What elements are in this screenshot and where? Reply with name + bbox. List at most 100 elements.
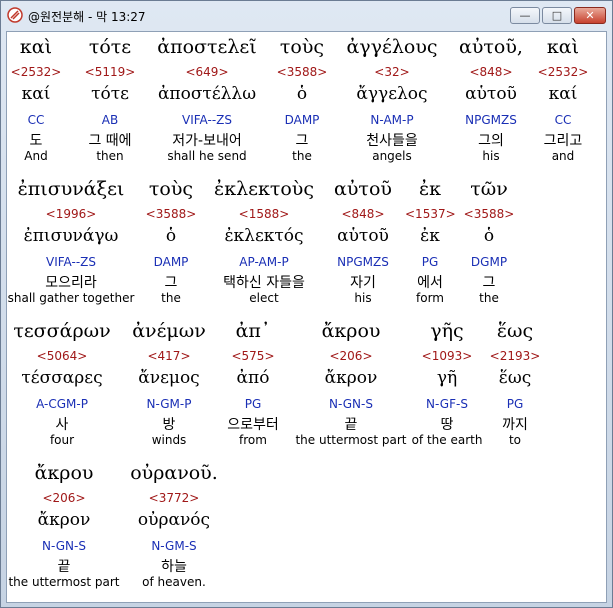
lexical-form: ἀπό — [236, 368, 270, 388]
strong-number: <417> — [147, 349, 191, 363]
parsing-code: PG — [506, 397, 524, 411]
word-cell[interactable]: τεσσάρων <5064> τέσσαρες A-CGM-P 사 four — [9, 320, 115, 454]
english-gloss: his — [482, 149, 500, 163]
greek-word: ἄκρου — [34, 462, 94, 484]
english-gloss: the uttermost part — [8, 575, 120, 589]
greek-word: ἀπ᾽ — [235, 320, 271, 342]
strong-number: <3588> — [463, 207, 515, 221]
parsing-code: DGMP — [470, 255, 508, 269]
lexical-form: καί — [21, 84, 51, 104]
parsing-code: PG — [244, 397, 262, 411]
english-gloss: shall gather together — [7, 291, 135, 305]
strong-number: <5119> — [84, 65, 136, 79]
english-gloss: elect — [249, 291, 279, 305]
maximize-button[interactable]: □ — [542, 7, 572, 24]
korean-gloss: 방 — [162, 417, 176, 433]
title-bar[interactable]: @원전분해 - 막 13:27 — □ ✕ — [1, 1, 612, 31]
strong-number: <2532> — [10, 65, 62, 79]
word-cell[interactable]: ἕως <2193> ἕως PG 까지 to — [489, 320, 541, 454]
greek-word: οὐρανοῦ. — [130, 462, 218, 484]
parsing-code: A-CGM-P — [36, 397, 88, 411]
korean-gloss: 끝 — [57, 559, 71, 575]
word-cell[interactable]: τοὺς <3588> ὁ DAMP 그 the — [141, 178, 201, 312]
lexical-form: ἐπισυνάγω — [23, 226, 119, 246]
strong-number: <206> — [42, 491, 86, 505]
korean-gloss: 까지 — [502, 417, 528, 433]
korean-gloss: 끝 — [344, 417, 358, 433]
word-cell[interactable]: τότε <5119> τότε AB 그 때에 then — [81, 36, 139, 170]
greek-word: καὶ — [19, 36, 53, 58]
word-cell[interactable]: ἀπ᾽ <575> ἀπό PG 으로부터 from — [219, 320, 287, 454]
lexical-form: ἐκ — [420, 226, 440, 246]
korean-gloss: 하늘 — [161, 559, 187, 575]
lexical-form: καί — [548, 84, 578, 104]
parsing-code: VIFA--ZS — [182, 113, 232, 127]
word-cell[interactable]: τῶν <3588> ὁ DGMP 그 the — [461, 178, 517, 312]
english-gloss: And — [24, 149, 48, 163]
lexical-form: τέσσαρες — [21, 368, 103, 388]
minimize-button[interactable]: — — [510, 7, 540, 24]
greek-word: τεσσάρων — [13, 320, 111, 342]
parsing-code: PG — [421, 255, 439, 269]
strong-number: <206> — [329, 349, 373, 363]
parsing-code: DAMP — [284, 113, 320, 127]
lexical-form: τότε — [91, 84, 129, 104]
english-gloss: of heaven. — [142, 575, 206, 589]
minimize-icon: — — [519, 9, 531, 22]
korean-gloss: 모으리라 — [45, 275, 97, 291]
greek-word: ἀποστελεῖ — [157, 36, 257, 58]
parsing-code: N-GN-S — [42, 539, 86, 553]
lexical-form: ἄνεμος — [138, 368, 200, 388]
lexical-form: ἐκλεκτός — [224, 226, 304, 246]
word-cell[interactable]: ἀποστελεῖ <649> ἀποστέλλω VIFA--ZS 저가-보내… — [146, 36, 268, 170]
greek-word: ἕως — [496, 320, 534, 342]
close-button[interactable]: ✕ — [574, 7, 606, 24]
greek-word: ἐκ — [418, 178, 442, 200]
korean-gloss: 에서 — [417, 275, 443, 291]
parsing-code: N-AM-P — [370, 113, 414, 127]
word-cell[interactable]: ἄκρου <206> ἄκρον N-GN-S 끝 the uttermost… — [7, 462, 121, 596]
word-cell[interactable]: ἄκρου <206> ἄκρον N-GN-S 끝 the uttermost… — [293, 320, 409, 454]
english-gloss: the — [292, 149, 312, 163]
korean-gloss: 천사들을 — [366, 133, 418, 149]
parsing-code: AB — [101, 113, 119, 127]
korean-gloss: 그의 — [478, 133, 504, 149]
word-cell[interactable]: καὶ <2532> καί CC 도 And — [7, 36, 65, 170]
app-logo-icon — [7, 7, 23, 23]
strong-number: <1093> — [421, 349, 473, 363]
greek-word: ἄκρου — [321, 320, 381, 342]
word-cell[interactable]: ἀγγέλους <32> ἄγγελος N-AM-P 천사들을 angels — [335, 36, 449, 170]
korean-gloss: 도 — [29, 133, 43, 149]
parsing-code: CC — [554, 113, 572, 127]
greek-word: αὐτοῦ — [334, 178, 392, 200]
parsing-code: N-GF-S — [426, 397, 468, 411]
strong-number: <848> — [341, 207, 385, 221]
word-cell[interactable]: οὐρανοῦ. <3772> οὐρανός N-GM-S 하늘 of hea… — [127, 462, 221, 596]
close-icon: ✕ — [585, 9, 595, 22]
word-cell[interactable]: αὐτοῦ <848> αὑτοῦ NPGMZS 자기 his — [327, 178, 399, 312]
greek-word: τῶν — [470, 178, 508, 200]
word-cell[interactable]: ἀνέμων <417> ἄνεμος N-GM-P 방 winds — [125, 320, 213, 454]
korean-gloss: 그 때에 — [88, 133, 132, 149]
word-cell[interactable]: γῆς <1093> γῆ N-GF-S 땅 of the earth — [411, 320, 483, 454]
english-gloss: from — [239, 433, 267, 447]
greek-word: τοὺς — [148, 178, 194, 200]
word-cell[interactable]: αὐτοῦ, <848> αὑτοῦ NPGMZS 그의 his — [454, 36, 528, 170]
parsing-code: DAMP — [153, 255, 189, 269]
word-cell[interactable]: τοὺς <3588> ὁ DAMP 그 the — [272, 36, 332, 170]
word-cell[interactable]: καὶ <2532> καί CC 그리고 and — [535, 36, 591, 170]
strong-number: <3588> — [276, 65, 328, 79]
lexical-form: οὐρανός — [137, 510, 211, 530]
lexical-form: ἄκρον — [37, 510, 91, 530]
parsing-code: N-GM-P — [146, 397, 192, 411]
english-gloss: of the earth — [411, 433, 483, 447]
korean-gloss: 사 — [55, 417, 69, 433]
english-gloss: the uttermost part — [295, 433, 407, 447]
strong-number: <2532> — [537, 65, 589, 79]
korean-gloss: 그 — [482, 275, 496, 291]
word-cell[interactable]: ἐπισυνάξει <1996> ἐπισυνάγω VIFA--ZS 모으리… — [7, 178, 135, 312]
korean-gloss: 그 — [164, 275, 178, 291]
word-cell[interactable]: ἐκ <1537> ἐκ PG 에서 form — [405, 178, 456, 312]
english-gloss: angels — [372, 149, 412, 163]
word-cell[interactable]: ἐκλεκτοὺς <1588> ἐκλεκτός AP-AM-P 택하신 자들… — [207, 178, 321, 312]
